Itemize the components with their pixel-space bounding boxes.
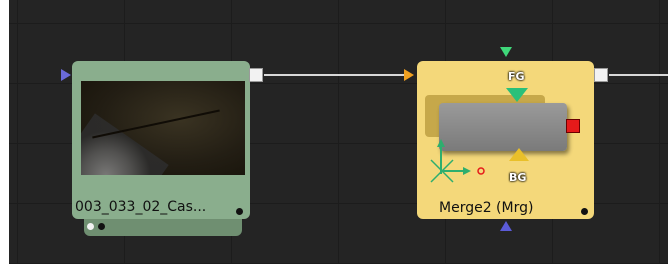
flow-canvas[interactable]: 003_033_02_Cas... FG BG Merge2 (Mrg) [9, 0, 668, 264]
loader-thumbnail [81, 81, 245, 175]
merge-node-label: Merge2 (Mrg) [439, 200, 534, 216]
loader-view-dot-white[interactable] [87, 223, 94, 230]
loader-view-dot[interactable] [236, 208, 243, 215]
merge-input-arrow-icon[interactable] [404, 69, 414, 81]
merge-view-dot[interactable] [581, 208, 588, 215]
loader-node-label: 003_033_02_Cas... [75, 199, 207, 215]
bg-port-label: BG [509, 171, 527, 184]
fg-port-icon[interactable] [506, 88, 528, 102]
axis-crosshair-icon [430, 139, 485, 183]
merge-output-port[interactable] [594, 68, 608, 82]
connection-wire[interactable] [264, 74, 407, 76]
fg-top-input-icon[interactable] [500, 47, 512, 57]
effect-mask-input-icon[interactable] [500, 221, 512, 231]
loader-output-port[interactable] [249, 68, 263, 82]
loader-input-arrow-icon[interactable] [61, 69, 71, 81]
fg-port-label: FG [508, 70, 525, 83]
loader-view-dot-black[interactable] [98, 223, 105, 230]
effect-mask-port[interactable] [566, 119, 580, 133]
output-wire[interactable] [609, 74, 668, 76]
bg-port-icon[interactable] [509, 148, 529, 161]
